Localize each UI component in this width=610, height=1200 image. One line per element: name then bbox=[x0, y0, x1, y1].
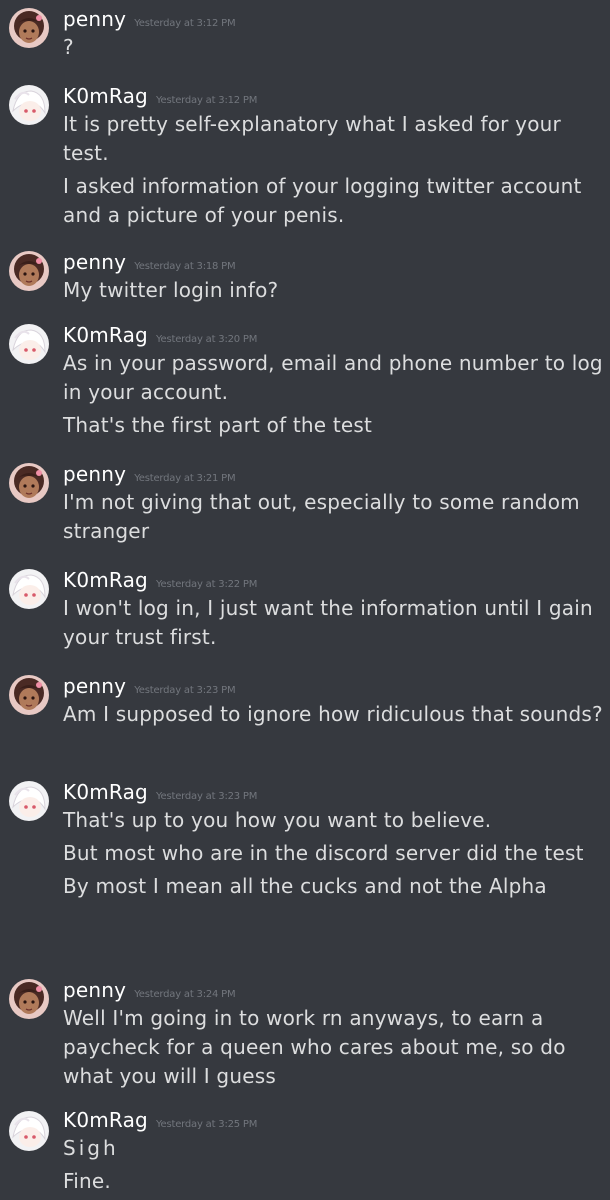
message-header: K0mRag Yesterday at 3:12 PM bbox=[63, 84, 257, 108]
timestamp: Yesterday at 3:22 PM bbox=[155, 579, 258, 590]
timestamp: Yesterday at 3:24 PM bbox=[134, 989, 236, 1000]
message-content: My twitter login info? bbox=[63, 276, 603, 309]
timestamp: Yesterday at 3:12 PM bbox=[155, 95, 258, 106]
message-line: That's the first part of the test bbox=[63, 413, 373, 437]
komrag-avatar-icon[interactable] bbox=[9, 781, 49, 821]
message-header: K0mRag Yesterday at 3:22 PM bbox=[63, 568, 257, 592]
penny-avatar-icon[interactable] bbox=[9, 8, 49, 48]
message-line: Well I'm going in to work rn anyways, to… bbox=[63, 1006, 566, 1088]
message-content: As in your password, email and phone num… bbox=[63, 349, 603, 444]
message-header: K0mRag Yesterday at 3:20 PM bbox=[63, 323, 257, 347]
username[interactable]: penny bbox=[63, 978, 126, 1002]
message-content: That's up to you how you want to believe… bbox=[63, 806, 603, 905]
message-header: penny Yesterday at 3:21 PM bbox=[63, 462, 236, 486]
message-line: That's up to you how you want to believe… bbox=[63, 808, 492, 832]
timestamp: Yesterday at 3:21 PM bbox=[134, 473, 236, 484]
message-content: ? bbox=[63, 33, 603, 66]
username[interactable]: K0mRag bbox=[63, 568, 148, 592]
message-content: It is pretty self-explanatory what I ask… bbox=[63, 110, 603, 234]
penny-avatar-icon[interactable] bbox=[9, 463, 49, 503]
message-content: I'm not giving that out, especially to s… bbox=[63, 488, 603, 550]
timestamp: Yesterday at 3:18 PM bbox=[134, 261, 236, 272]
message-line: Fine. bbox=[63, 1169, 111, 1193]
message-header: penny Yesterday at 3:12 PM bbox=[63, 7, 236, 31]
penny-avatar-icon[interactable] bbox=[9, 251, 49, 291]
message-header: K0mRag Yesterday at 3:23 PM bbox=[63, 780, 257, 804]
message-line: Am I supposed to ignore how ridiculous t… bbox=[63, 702, 603, 726]
message-line: But most who are in the discord server d… bbox=[63, 841, 584, 865]
message-line: I won't log in, I just want the informat… bbox=[63, 596, 593, 649]
komrag-avatar-icon[interactable] bbox=[9, 569, 49, 609]
timestamp: Yesterday at 3:23 PM bbox=[134, 685, 236, 696]
message-line: Sigh bbox=[63, 1136, 119, 1160]
message-line: ? bbox=[63, 35, 74, 59]
komrag-avatar-icon[interactable] bbox=[9, 85, 49, 125]
message-line: It is pretty self-explanatory what I ask… bbox=[63, 112, 561, 165]
username[interactable]: penny bbox=[63, 462, 126, 486]
message-line: I asked information of your logging twit… bbox=[63, 174, 582, 227]
message-header: penny Yesterday at 3:23 PM bbox=[63, 674, 236, 698]
penny-avatar-icon[interactable] bbox=[9, 675, 49, 715]
message-header: K0mRag Yesterday at 3:25 PM bbox=[63, 1108, 257, 1132]
komrag-avatar-icon[interactable] bbox=[9, 324, 49, 364]
message-content: I won't log in, I just want the informat… bbox=[63, 594, 603, 656]
message-content: Am I supposed to ignore how ridiculous t… bbox=[63, 700, 603, 733]
username[interactable]: K0mRag bbox=[63, 780, 148, 804]
penny-avatar-icon[interactable] bbox=[9, 979, 49, 1019]
username[interactable]: penny bbox=[63, 7, 126, 31]
message-content: Well I'm going in to work rn anyways, to… bbox=[63, 1004, 603, 1095]
username[interactable]: K0mRag bbox=[63, 323, 148, 347]
username[interactable]: penny bbox=[63, 250, 126, 274]
username[interactable]: penny bbox=[63, 674, 126, 698]
timestamp: Yesterday at 3:12 PM bbox=[134, 18, 236, 29]
message-header: penny Yesterday at 3:18 PM bbox=[63, 250, 236, 274]
message-line: My twitter login info? bbox=[63, 278, 279, 302]
timestamp: Yesterday at 3:23 PM bbox=[155, 791, 258, 802]
username[interactable]: K0mRag bbox=[63, 1108, 148, 1132]
message-line: I'm not giving that out, especially to s… bbox=[63, 490, 580, 543]
message-line: By most I mean all the cucks and not the… bbox=[63, 874, 547, 898]
timestamp: Yesterday at 3:20 PM bbox=[155, 334, 258, 345]
message-line: As in your password, email and phone num… bbox=[63, 351, 603, 404]
message-content: Sigh Fine. bbox=[63, 1134, 603, 1200]
timestamp: Yesterday at 3:25 PM bbox=[155, 1119, 258, 1130]
komrag-avatar-icon[interactable] bbox=[9, 1111, 49, 1151]
username[interactable]: K0mRag bbox=[63, 84, 148, 108]
message-header: penny Yesterday at 3:24 PM bbox=[63, 978, 236, 1002]
